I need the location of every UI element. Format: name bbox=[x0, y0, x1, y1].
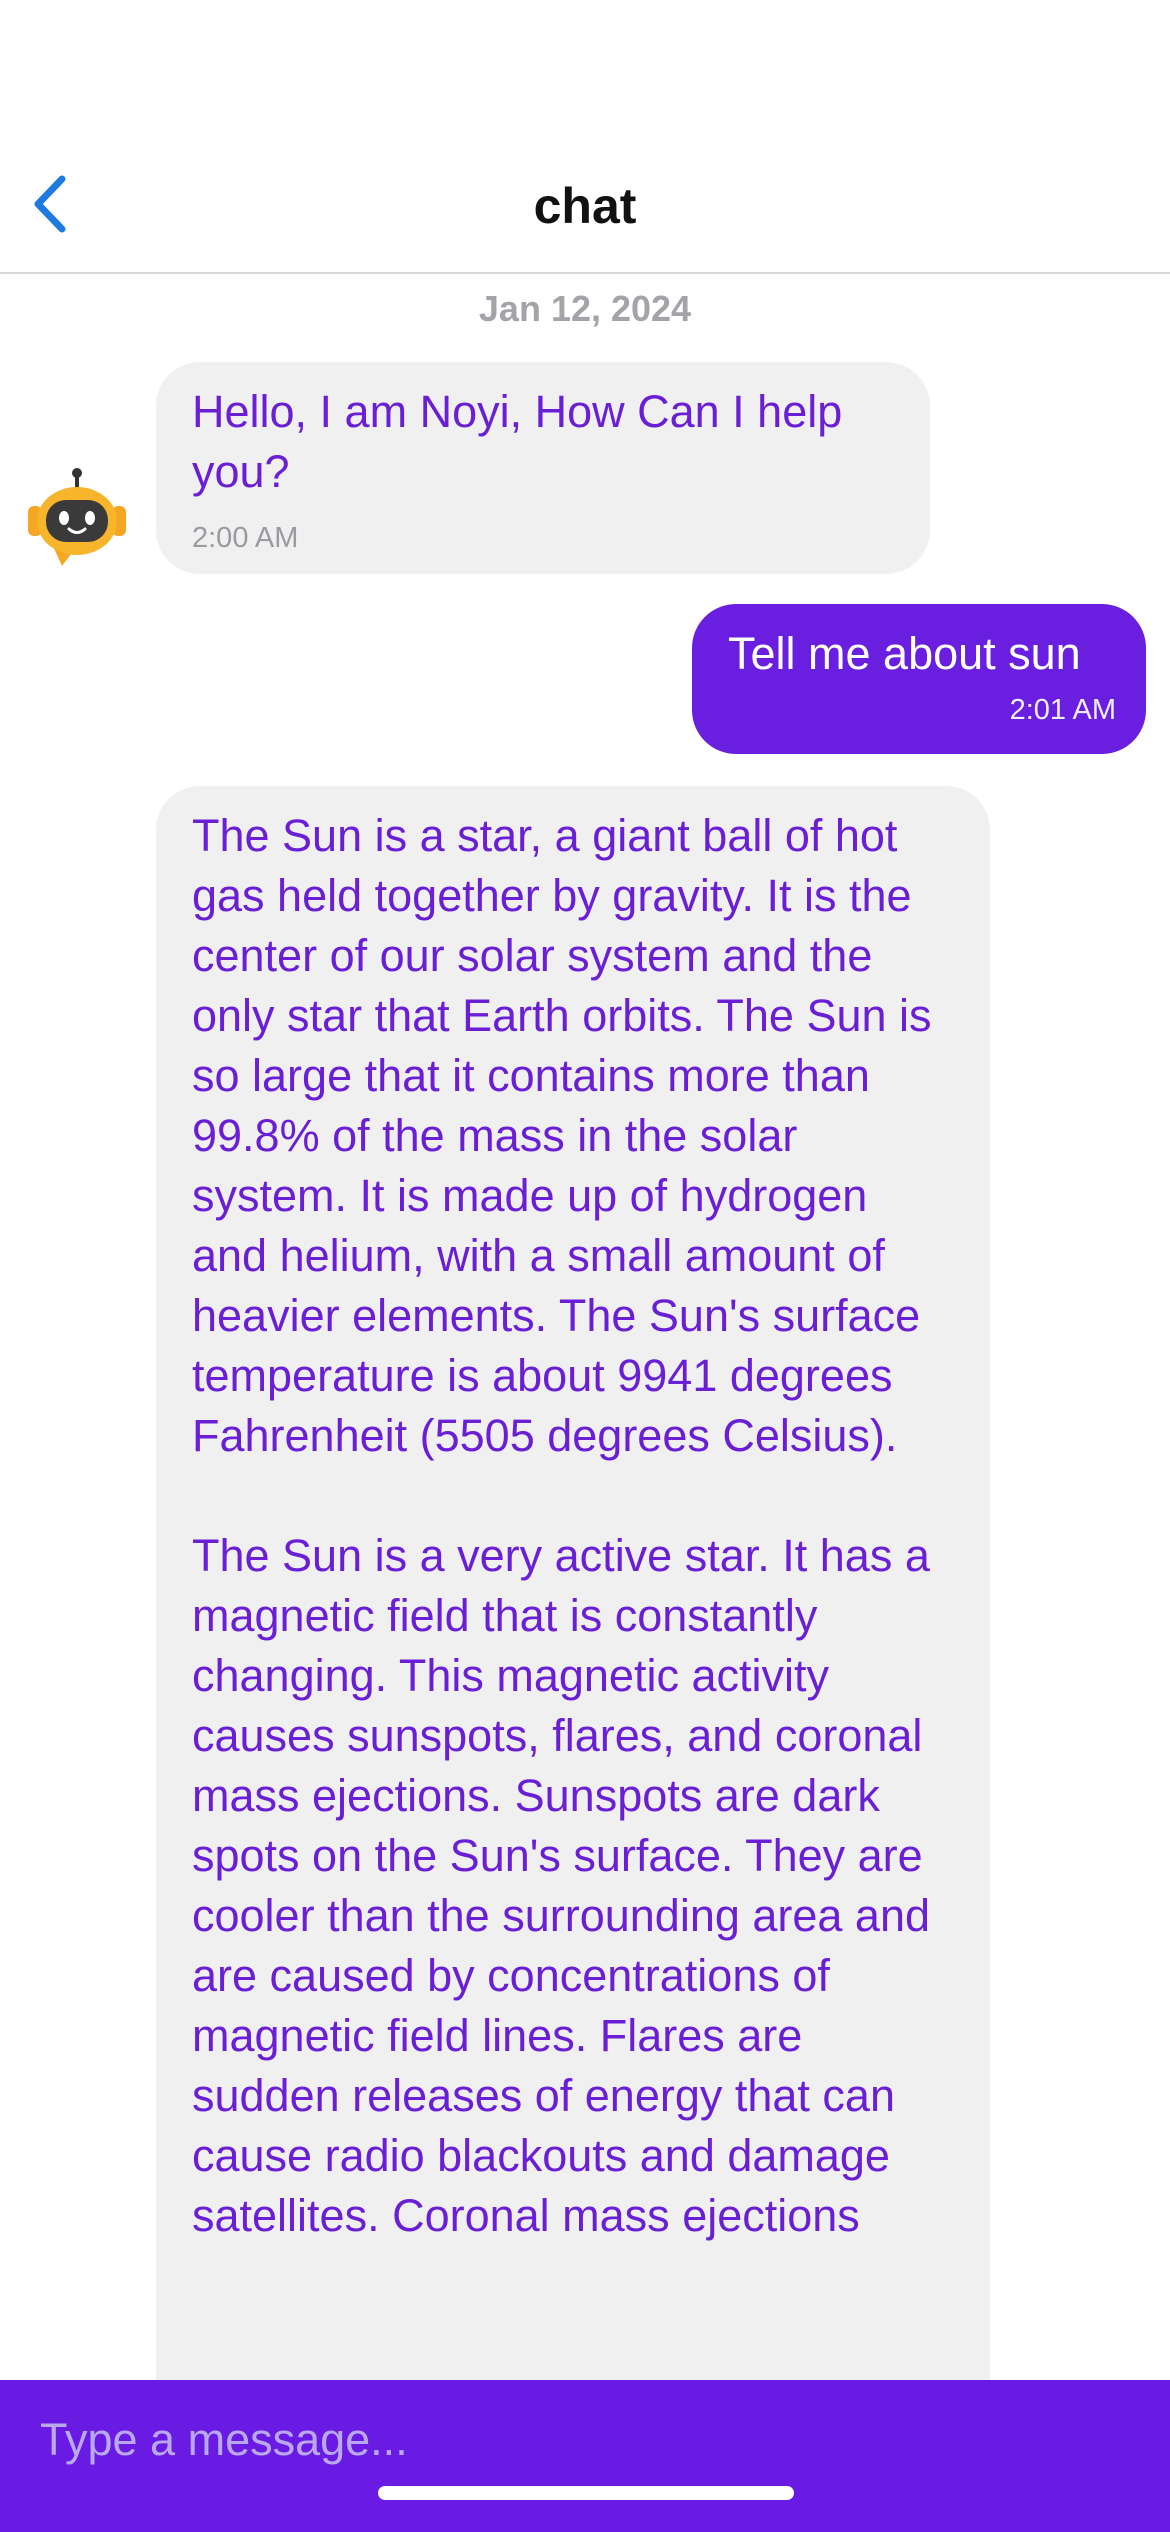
date-separator: Jan 12, 2024 bbox=[478, 288, 692, 329]
message-text: Tell me about sun bbox=[728, 628, 1081, 679]
message-text: Hello, I am Noyi, How Can I help you? bbox=[192, 386, 855, 497]
page-title: chat bbox=[533, 178, 637, 234]
home-indicator[interactable] bbox=[378, 2486, 794, 2500]
bot-message-bubble: The Sun is a star, a giant ball of hot g… bbox=[156, 786, 990, 2380]
bot-avatar bbox=[22, 466, 132, 576]
chat-screen: chat Jan 12, 2024 Hello, I am Noyi, How … bbox=[0, 0, 1170, 2532]
user-message-bubble: Tell me about sun 2:01 AM bbox=[692, 604, 1146, 754]
bot-message-bubble: Hello, I am Noyi, How Can I help you? 2:… bbox=[156, 362, 930, 574]
message-time: 2:00 AM bbox=[192, 522, 299, 554]
nav-header: chat bbox=[0, 0, 1170, 274]
message-text: The Sun is a star, a giant ball of hot g… bbox=[192, 810, 932, 2241]
robot-icon bbox=[28, 468, 126, 566]
message-input[interactable] bbox=[0, 2380, 1170, 2500]
message-time: 2:01 AM bbox=[1009, 694, 1116, 726]
message-list[interactable]: Jan 12, 2024 Hello, I am Noyi, How Can I… bbox=[0, 274, 1170, 2380]
composer-bar bbox=[0, 2380, 1170, 2532]
